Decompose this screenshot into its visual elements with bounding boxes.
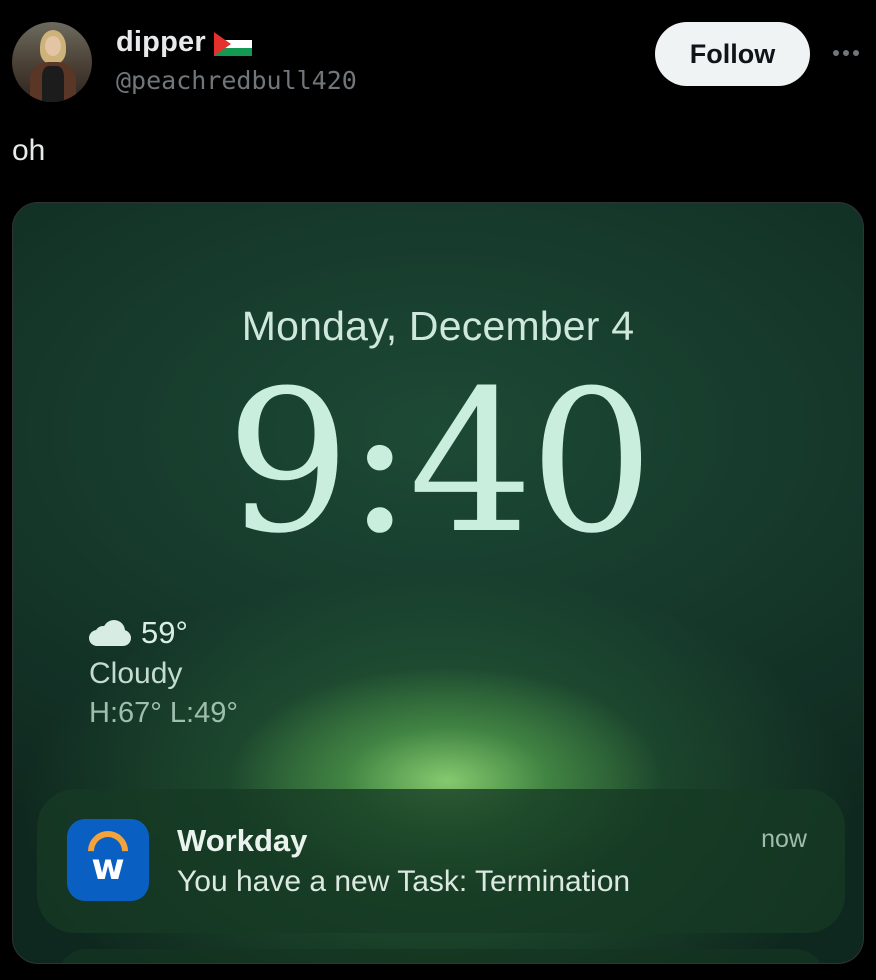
weather-condition: Cloudy [89, 657, 183, 690]
palestine-flag-icon [213, 32, 252, 56]
avatar-face [45, 36, 61, 56]
workday-icon-letter: w [91, 847, 125, 888]
workday-notification: w Workday You have a new Task: Terminati… [37, 789, 845, 933]
author-display-name[interactable]: dipper [116, 26, 206, 59]
cloud-icon [89, 620, 131, 646]
author-handle[interactable]: @peachredbull420 [116, 66, 357, 95]
tweet-media-image[interactable]: Monday, December 4 9:40 59° Cloudy H:67°… [12, 202, 864, 964]
more-horizontal-icon[interactable] [826, 36, 866, 70]
weather-widget: 59° Cloudy H:67° L:49° [89, 613, 238, 730]
notification-time: now [761, 825, 807, 853]
notification-message: You have a new Task: Termination [177, 865, 631, 898]
tweet-text: oh [12, 134, 46, 167]
author-avatar[interactable] [12, 22, 92, 102]
avatar-shirt [42, 66, 64, 102]
notification-stack-edge [57, 949, 825, 963]
weather-high-low: H:67° L:49° [89, 697, 238, 729]
notification-app-name: Workday [177, 823, 308, 858]
weather-temperature: 59° [141, 615, 188, 650]
author-name-row[interactable]: dipper [116, 26, 252, 59]
lock-screen-time: 9:40 [225, 349, 654, 577]
lock-screen-date: Monday, December 4 [241, 303, 635, 349]
follow-button[interactable]: Follow [655, 22, 810, 86]
workday-icon: w [67, 819, 149, 901]
